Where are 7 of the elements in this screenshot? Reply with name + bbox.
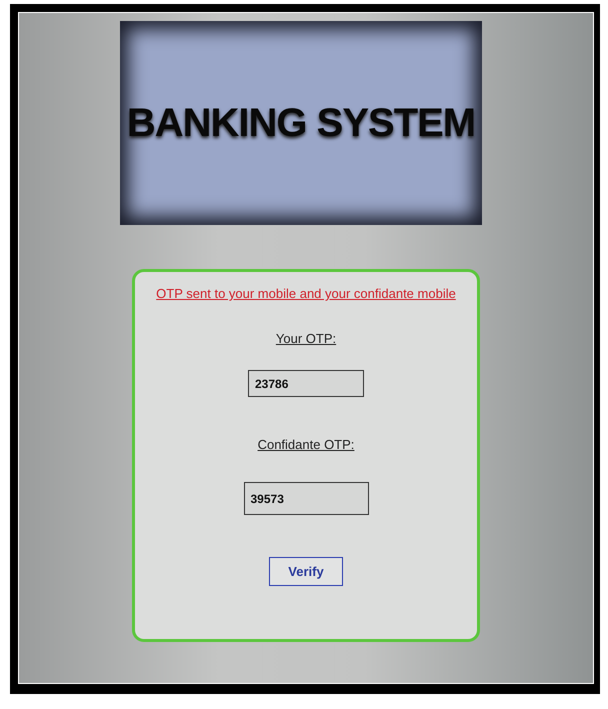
otp-field[interactable]: 23786: [248, 370, 364, 397]
otp-field[interactable]: 39573: [244, 482, 368, 515]
field-label: Your OTP:: [276, 331, 336, 346]
otp-message: OTP sent to your mobile and your confidante mobile: [156, 286, 456, 301]
field-label: Confidante OTP:: [258, 437, 354, 452]
verify-button[interactable]: Verify: [269, 557, 343, 586]
banner-title: BANKING SYSTEM: [126, 100, 476, 146]
